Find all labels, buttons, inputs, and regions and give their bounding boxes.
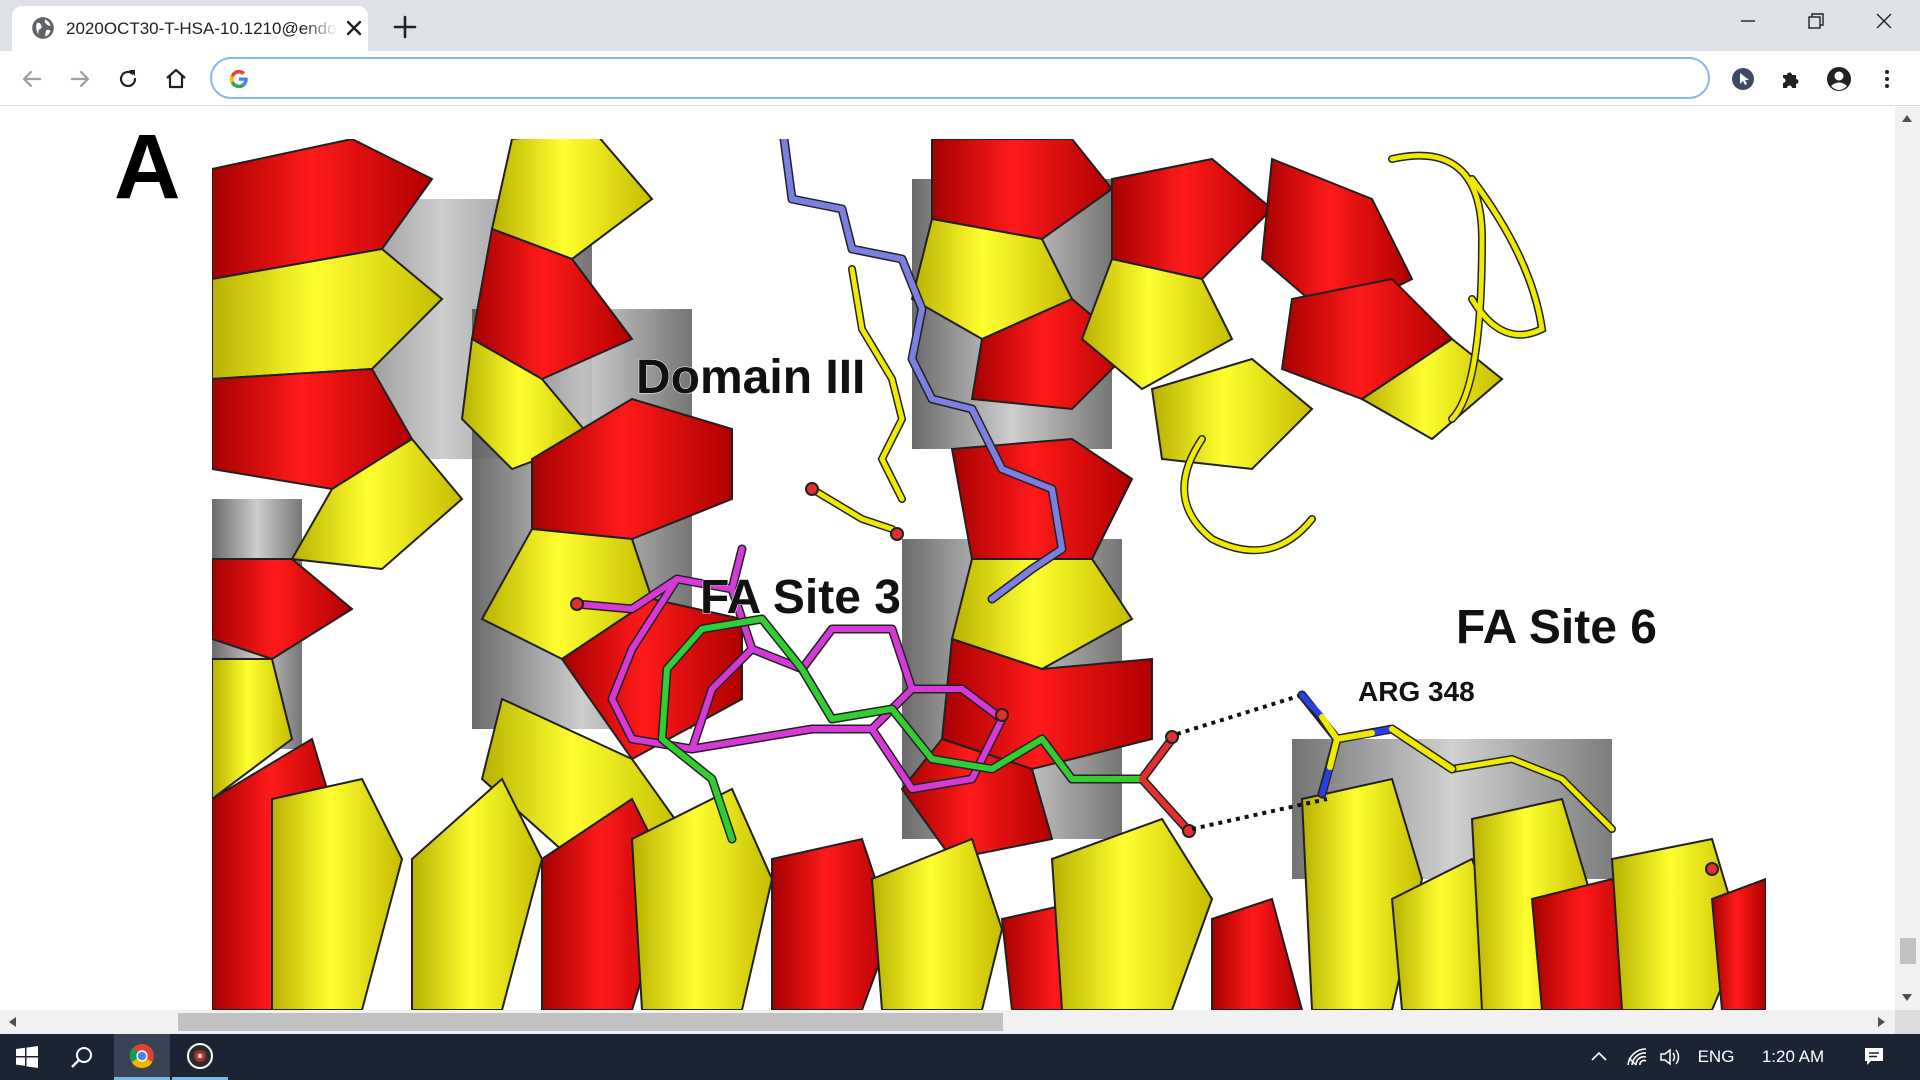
tab-title: 2020OCT30-T-HSA-10.1210@endo bbox=[66, 19, 338, 39]
search-button[interactable] bbox=[56, 1034, 108, 1080]
address-input[interactable] bbox=[260, 65, 1680, 91]
scroll-up-arrow-icon[interactable] bbox=[1901, 113, 1913, 123]
address-bar[interactable] bbox=[210, 57, 1710, 99]
scroll-left-arrow-icon[interactable] bbox=[7, 1016, 17, 1028]
scrollbar-corner bbox=[1895, 1010, 1920, 1034]
scroll-right-arrow-icon[interactable] bbox=[1877, 1016, 1887, 1028]
vertical-scroll-thumb[interactable] bbox=[1900, 938, 1916, 964]
notification-icon bbox=[1865, 1048, 1883, 1065]
forward-button[interactable] bbox=[64, 63, 96, 95]
network-button[interactable] bbox=[1622, 1034, 1652, 1080]
windows-taskbar: ENG 1:20 AM bbox=[0, 1034, 1920, 1080]
reload-button[interactable] bbox=[112, 63, 144, 95]
horizontal-scrollbar[interactable] bbox=[0, 1010, 1895, 1034]
taskbar-chrome-app[interactable] bbox=[114, 1034, 170, 1080]
restore-button[interactable] bbox=[1786, 0, 1846, 42]
minimize-icon bbox=[1741, 20, 1755, 22]
label-fa-site-3: FA Site 3 bbox=[700, 571, 901, 624]
language-label: ENG bbox=[1697, 1047, 1735, 1066]
scroll-down-arrow-icon[interactable] bbox=[1901, 993, 1913, 1003]
close-window-icon bbox=[1876, 13, 1892, 29]
media-app-icon bbox=[187, 1042, 213, 1069]
volume-button[interactable] bbox=[1656, 1034, 1686, 1080]
minimize-button[interactable] bbox=[1718, 0, 1778, 42]
back-arrow-icon bbox=[22, 70, 42, 88]
taskbar-media-app[interactable] bbox=[172, 1034, 228, 1080]
reload-icon bbox=[119, 70, 137, 88]
windows-start-icon bbox=[16, 1046, 38, 1068]
profile-button[interactable] bbox=[1823, 63, 1855, 95]
puzzle-icon bbox=[1783, 72, 1799, 88]
close-icon[interactable] bbox=[342, 16, 366, 40]
start-button[interactable] bbox=[0, 1034, 54, 1080]
figure-panel-letter: A bbox=[114, 116, 181, 218]
close-window-button[interactable] bbox=[1854, 0, 1914, 42]
kebab-menu-icon bbox=[1885, 70, 1889, 88]
search-icon bbox=[71, 1047, 92, 1068]
chrome-icon bbox=[129, 1043, 154, 1068]
home-icon bbox=[166, 68, 186, 89]
protein-structure-figure: Domain III FA Site 3 FA Site 6 ARG 348 bbox=[212, 139, 1766, 1010]
label-arg-348: ARG 348 bbox=[1358, 676, 1475, 707]
browser-tab[interactable]: 2020OCT30-T-HSA-10.1210@endo bbox=[12, 6, 368, 51]
label-fa-site-6: FA Site 6 bbox=[1456, 601, 1657, 654]
vertical-scrollbar[interactable] bbox=[1895, 107, 1920, 1010]
language-indicator[interactable]: ENG bbox=[1692, 1034, 1740, 1080]
menu-button[interactable] bbox=[1871, 63, 1903, 95]
restore-icon bbox=[1808, 13, 1824, 29]
forward-arrow-icon bbox=[70, 70, 90, 88]
page-content: A Domain III FA Site 3 FA Site 6 ARG 348 bbox=[0, 107, 1895, 1010]
browser-toolbar bbox=[0, 51, 1920, 106]
horizontal-scroll-thumb[interactable] bbox=[178, 1013, 1003, 1031]
cursor-extension-icon bbox=[1732, 68, 1754, 90]
action-center-button[interactable] bbox=[1852, 1034, 1896, 1080]
plus-icon[interactable] bbox=[390, 12, 420, 42]
wifi-icon bbox=[1627, 1048, 1647, 1066]
tab-strip: 2020OCT30-T-HSA-10.1210@endo bbox=[0, 0, 1920, 51]
cursor-extension-button[interactable] bbox=[1727, 63, 1759, 95]
tray-overflow-button[interactable] bbox=[1584, 1034, 1614, 1080]
extensions-button[interactable] bbox=[1775, 63, 1807, 95]
back-button[interactable] bbox=[16, 63, 48, 95]
clock-time: 1:20 AM bbox=[1761, 1047, 1825, 1066]
speaker-icon bbox=[1660, 1048, 1680, 1066]
clock[interactable]: 1:20 AM bbox=[1748, 1034, 1838, 1080]
label-domain-iii: Domain III bbox=[636, 351, 865, 404]
google-g-icon bbox=[229, 69, 248, 89]
globe-icon bbox=[32, 17, 54, 39]
home-button[interactable] bbox=[160, 63, 192, 95]
profile-icon bbox=[1827, 67, 1851, 91]
chevron-up-icon bbox=[1591, 1051, 1607, 1061]
